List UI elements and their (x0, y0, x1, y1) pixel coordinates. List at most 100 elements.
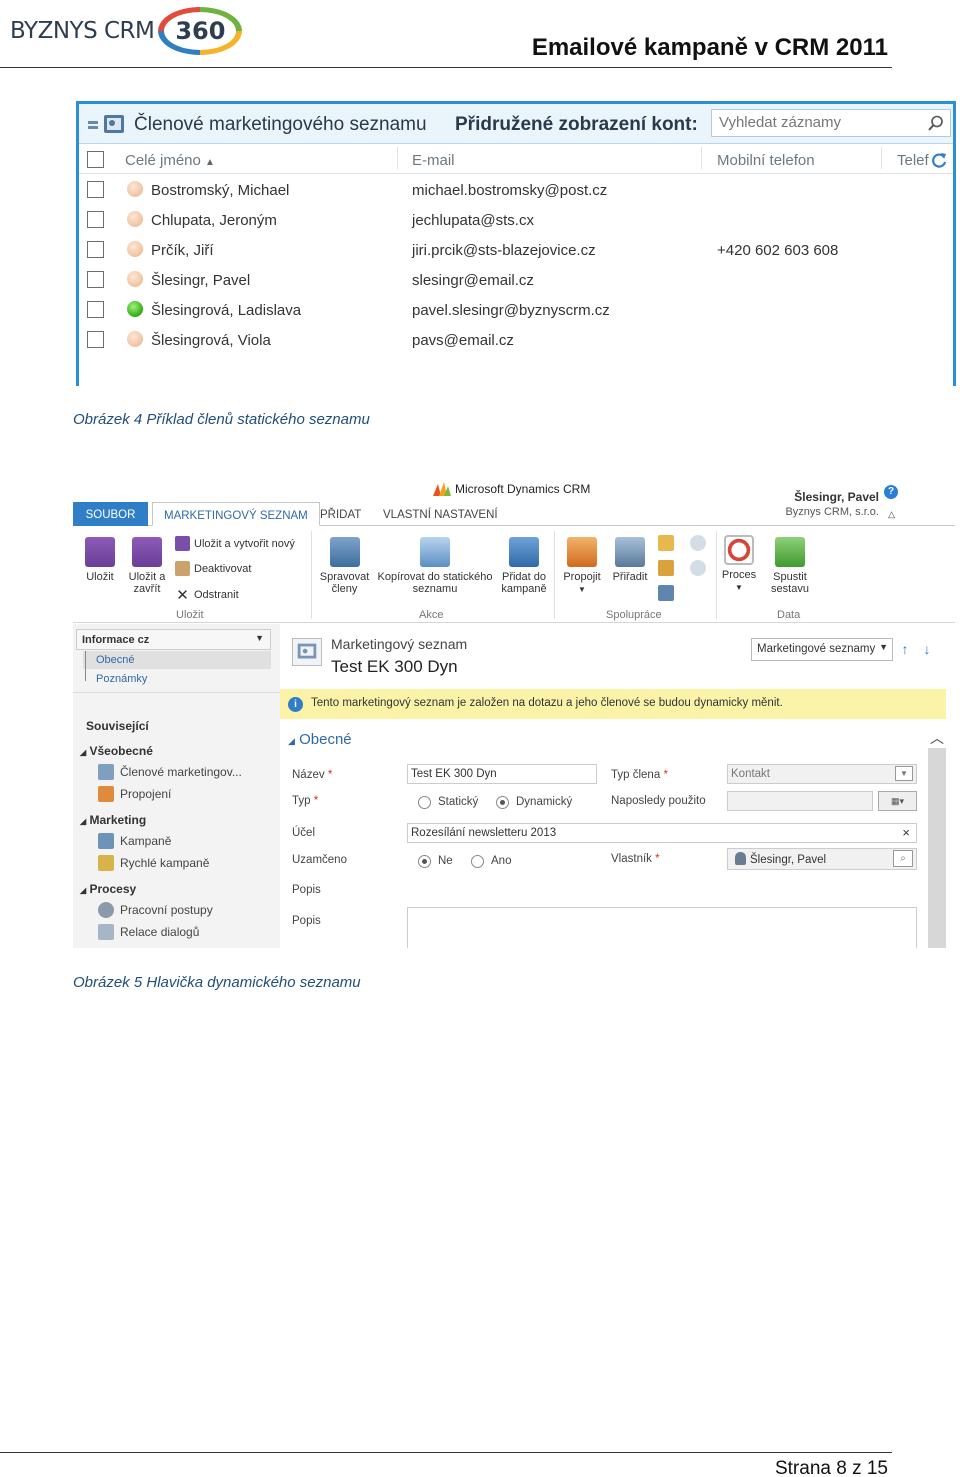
form-selector[interactable]: Informace cz ▼ (76, 629, 271, 650)
row-checkbox[interactable] (87, 211, 104, 228)
table-row[interactable]: Bostromský, Michael michael.bostromsky@po… (79, 175, 953, 205)
queue-icon[interactable] (658, 585, 674, 601)
purpose-field[interactable]: Rozesílání newsletteru 2013 × (407, 823, 917, 843)
assign-button[interactable]: Přiřadit (608, 537, 652, 583)
column-extra[interactable]: Telef (897, 152, 929, 169)
deactivate-button[interactable]: Deaktivovat (175, 561, 251, 576)
tab-marketing-list[interactable]: MARKETINGOVÝ SEZNAM (152, 502, 320, 526)
cell-name[interactable]: Prčík, Jiří (151, 242, 214, 259)
presence-status-icon (127, 271, 143, 287)
cell-name[interactable]: Chlupata, Jeroným (151, 212, 277, 229)
tab-customize[interactable]: VLASTNÍ NASTAVENÍ (372, 502, 509, 526)
connect-button[interactable]: Propojit ▼ (560, 537, 604, 596)
previous-record-icon[interactable]: ↑ (895, 638, 915, 661)
table-row[interactable]: Chlupata, Jeroným jechlupata@sts.cx (79, 205, 953, 235)
dropdown-arrow-icon: ▼ (895, 766, 913, 781)
lookup-icon[interactable]: ⌕ (893, 850, 913, 867)
sort-asc-icon: ▲ (205, 157, 215, 168)
cell-email[interactable]: pavs@email.cz (412, 332, 514, 349)
assign-icon (615, 537, 645, 567)
nav-related-head: Související (86, 719, 149, 733)
radio-yes[interactable] (471, 855, 484, 868)
scroll-up-icon[interactable]: ︿ (928, 726, 946, 748)
cell-email[interactable]: jechlupata@sts.cx (412, 212, 534, 229)
delete-button[interactable]: ✕ Odstranit (175, 586, 238, 604)
tab-file[interactable]: SOUBOR (73, 502, 148, 526)
nav-link-connections[interactable]: Propojení (98, 786, 171, 802)
save-button[interactable]: Uložit (81, 537, 119, 583)
name-field[interactable]: Test EK 300 Dyn (407, 764, 597, 784)
info-icon: i (288, 697, 303, 712)
share-icon[interactable] (658, 535, 674, 551)
save-new-button[interactable]: Uložit a vytvořit nový (175, 536, 295, 551)
cell-name[interactable]: Šlesingr, Pavel (151, 272, 250, 289)
nav-processes-head[interactable]: ◢ Procesy (80, 882, 136, 896)
form-area: Marketingový seznam Test EK 300 Dyn Mark… (280, 624, 955, 948)
copy-to-static-button[interactable]: Kopírovat do statického seznamu (375, 537, 495, 595)
nav-divider (73, 692, 280, 693)
tab-add[interactable]: PŘIDAT (309, 502, 372, 526)
add-to-campaign-button[interactable]: Přidat do kampaně (498, 537, 550, 595)
nav-link-members[interactable]: Členové marketingov... (98, 764, 242, 780)
manage-members-button[interactable]: Spravovat členy (317, 537, 372, 595)
nav-item-notes[interactable]: Poznámky (96, 673, 147, 685)
group-collab-label: Spolupráce (606, 609, 662, 621)
nav-link-dialogs[interactable]: Relace dialogů (98, 924, 199, 940)
row-checkbox[interactable] (87, 301, 104, 318)
next-record-icon[interactable]: ↓ (917, 638, 937, 661)
row-checkbox[interactable] (87, 271, 104, 288)
associated-view-label[interactable]: Přidružené zobrazení kont: (455, 114, 697, 136)
nav-marketing-head[interactable]: ◢ Marketing (80, 813, 146, 827)
column-phone[interactable]: Mobilní telefon (717, 152, 815, 169)
radio-dynamic[interactable] (496, 796, 509, 809)
description-field[interactable] (407, 907, 917, 948)
save-close-button[interactable]: Uložit a zavřít (125, 537, 169, 595)
search-icon[interactable] (928, 115, 944, 131)
select-all-checkbox[interactable] (87, 151, 104, 168)
nav-link-workflows[interactable]: Pracovní postupy (98, 902, 213, 918)
column-name[interactable]: Celé jméno ▲ (125, 152, 215, 169)
nav-item-general[interactable]: Obecné (96, 654, 135, 666)
cell-name[interactable]: Šlesingrová, Ladislava (151, 302, 301, 319)
footer-rule (0, 1452, 892, 1453)
follow-icon[interactable] (690, 535, 706, 551)
calendar-icon[interactable]: ▦▾ (878, 791, 917, 811)
nav-general-head[interactable]: ◢ Všeobecné (80, 744, 153, 758)
cell-email[interactable]: slesingr@email.cz (412, 272, 534, 289)
process-button[interactable]: Proces ▼ (720, 535, 758, 594)
ribbon-tabs: SOUBOR MARKETINGOVÝ SEZNAM PŘIDAT VLASTN… (73, 502, 955, 526)
cell-email[interactable]: jiri.prcik@sts-blazejovice.cz (412, 242, 596, 259)
cell-email[interactable]: michael.bostromsky@post.cz (412, 182, 607, 199)
clear-field-icon[interactable]: × (902, 825, 910, 840)
radio-no[interactable] (418, 855, 431, 868)
member-type-select[interactable]: Kontakt ▼ (727, 764, 917, 784)
owner-lookup[interactable]: Šlesingr, Pavel ⌕ (727, 848, 917, 870)
nav-link-quick-campaigns[interactable]: Rychlé kampaně (98, 855, 209, 871)
label-locked: Uzamčeno (292, 854, 347, 866)
help-icon[interactable]: ? (884, 485, 898, 499)
email-link-icon[interactable] (658, 560, 674, 576)
quick-campaign-icon (98, 855, 114, 871)
group-action-label: Akce (419, 609, 444, 621)
run-report-button[interactable]: Spustit sestavu (763, 537, 817, 595)
record-set-selector[interactable]: Marketingové seznamy ▼ (751, 638, 893, 661)
row-checkbox[interactable] (87, 241, 104, 258)
section-general[interactable]: ◢ Obecné (288, 731, 352, 748)
search-box[interactable]: Vyhledat záznamy (711, 109, 951, 137)
column-email[interactable]: E-mail (412, 152, 455, 169)
unfollow-icon[interactable] (690, 560, 706, 576)
table-row[interactable]: Šlesingrová, Ladislava pavel.slesingr@byz… (79, 295, 953, 325)
cell-name[interactable]: Bostromský, Michael (151, 182, 289, 199)
last-used-field[interactable] (727, 791, 873, 811)
cell-name[interactable]: Šlesingrová, Viola (151, 332, 271, 349)
nav-link-campaigns[interactable]: Kampaně (98, 833, 171, 849)
cell-email[interactable]: pavel.slesingr@byznyscrm.cz (412, 302, 610, 319)
table-row[interactable]: Prčík, Jiří jiri.prcik@sts-blazejovice.cz… (79, 235, 953, 265)
row-checkbox[interactable] (87, 181, 104, 198)
refresh-icon[interactable] (931, 152, 947, 168)
form-scrollbar[interactable]: ︿ (928, 726, 946, 948)
radio-static[interactable] (418, 796, 431, 809)
table-row[interactable]: Šlesingr, Pavel slesingr@email.cz (79, 265, 953, 295)
row-checkbox[interactable] (87, 331, 104, 348)
table-row[interactable]: Šlesingrová, Viola pavs@email.cz (79, 325, 953, 355)
